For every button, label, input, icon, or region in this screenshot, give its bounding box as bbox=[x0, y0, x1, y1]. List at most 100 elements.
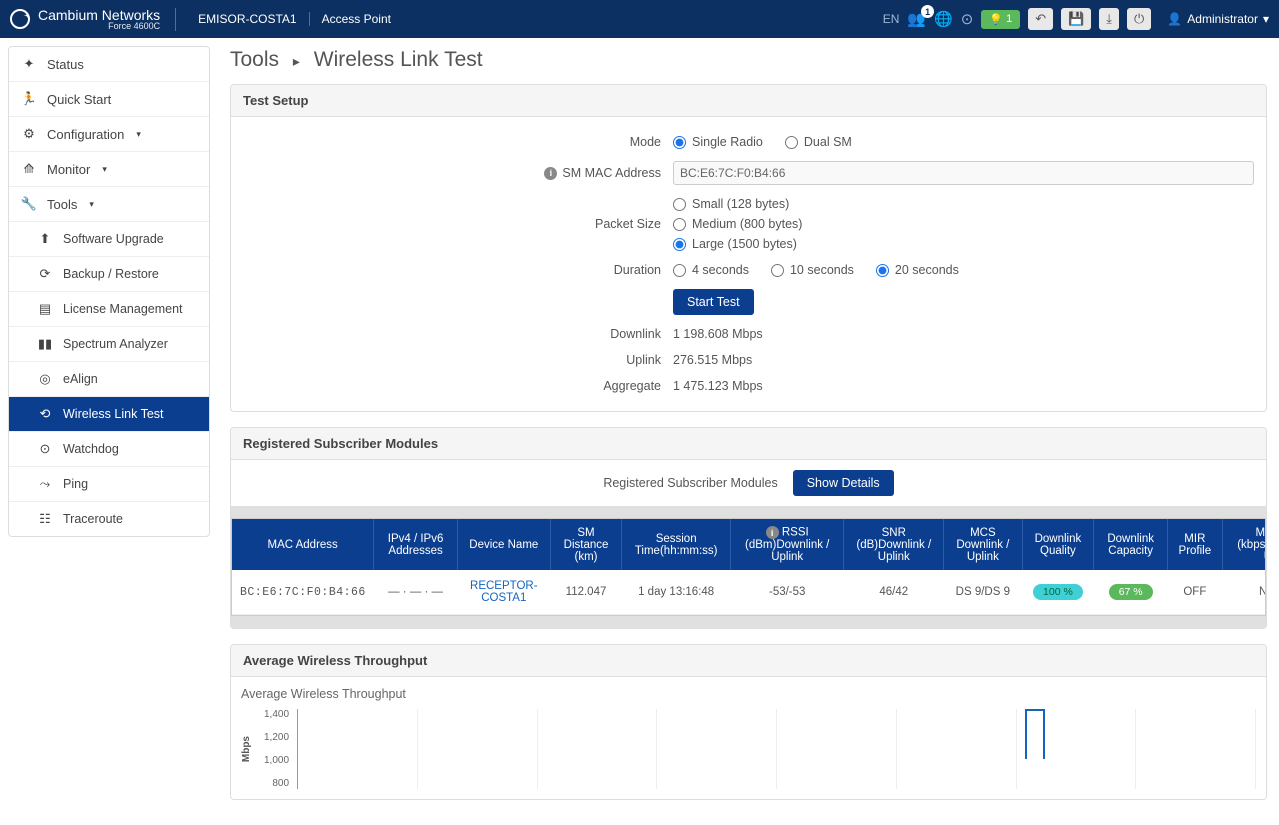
undo-button[interactable]: ↶ bbox=[1028, 8, 1053, 30]
cell-mir: OFF bbox=[1168, 570, 1223, 615]
globe-icon[interactable]: 🌐 bbox=[934, 10, 953, 28]
info-icon: i bbox=[766, 526, 779, 539]
target-icon: ◎ bbox=[37, 371, 53, 387]
th-dq[interactable]: Downlink Quality bbox=[1022, 519, 1094, 570]
gear-icon: ⚙ bbox=[21, 126, 37, 142]
subscribers-table-wrapper[interactable]: MAC Address IPv4 / IPv6 Addresses Device… bbox=[231, 518, 1266, 616]
th-ipv[interactable]: IPv4 / IPv6 Addresses bbox=[374, 519, 458, 570]
sidebar-item-wireless-link-test[interactable]: ⟲Wireless Link Test bbox=[9, 397, 209, 432]
info-icon[interactable]: i bbox=[544, 167, 557, 180]
table-row[interactable]: BC:E6:7C:F0:B4:66 — · — · — RECEPTOR-COS… bbox=[232, 570, 1266, 615]
packet-small-radio[interactable]: Small (128 bytes) bbox=[673, 197, 789, 211]
mode-label: Mode bbox=[243, 135, 673, 149]
start-test-button[interactable]: Start Test bbox=[673, 289, 754, 315]
test-setup-panel: Test Setup Mode Single Radio Dual SM iSM… bbox=[230, 84, 1267, 412]
topbar: Cambium Networks Force 4600C EMISOR-COST… bbox=[0, 0, 1279, 38]
cell-mirrate: N/A/N/A bbox=[1222, 570, 1266, 615]
sidebar-item-software-upgrade[interactable]: ⬆Software Upgrade bbox=[9, 222, 209, 257]
top-right: EN 👥1 🌐 ⊙ 💡1 ↶ 💾 ⤓ ⏻ 👤 Administrator ▾ bbox=[883, 8, 1269, 30]
sidebar-item-spectrum[interactable]: ▮▮Spectrum Analyzer bbox=[9, 327, 209, 362]
aggregate-value: 1 475.123 Mbps bbox=[673, 379, 1254, 393]
show-details-button[interactable]: Show Details bbox=[793, 470, 894, 496]
run-icon: 🏃 bbox=[21, 91, 37, 107]
admin-menu[interactable]: 👤 Administrator ▾ bbox=[1167, 12, 1269, 26]
chart-title: Average Wireless Throughput bbox=[241, 687, 1256, 701]
th-dc[interactable]: Downlink Capacity bbox=[1094, 519, 1168, 570]
chart-area bbox=[297, 709, 1256, 789]
packet-label: Packet Size bbox=[243, 217, 673, 231]
sidebar-item-tools[interactable]: 🔧Tools▾ bbox=[9, 187, 209, 222]
th-snr[interactable]: SNR (dB)Downlink / Uplink bbox=[844, 519, 944, 570]
chevron-right-icon: ▸ bbox=[293, 53, 300, 69]
notifications-icon[interactable]: 👥1 bbox=[907, 10, 926, 28]
h-scrollbar-top[interactable] bbox=[231, 506, 1266, 518]
pulse-icon: ✦ bbox=[21, 56, 37, 72]
sidebar-item-configuration[interactable]: ⚙Configuration▾ bbox=[9, 117, 209, 152]
route-icon: ☷ bbox=[37, 511, 53, 527]
chevron-down-icon: ▾ bbox=[102, 164, 107, 175]
th-rssi[interactable]: i RSSI (dBm)Downlink / Uplink bbox=[731, 519, 844, 570]
sidebar-item-ealign[interactable]: ◎eAlign bbox=[9, 362, 209, 397]
restore-icon: ⟳ bbox=[37, 266, 53, 282]
duration-20-radio[interactable]: 20 seconds bbox=[876, 263, 959, 277]
location-icon[interactable]: ⊙ bbox=[961, 10, 974, 28]
cell-mcs: DS 9/DS 9 bbox=[944, 570, 1022, 615]
brand-name: Cambium Networks bbox=[38, 8, 160, 22]
chart-y-ticks: 1,400 1,200 1,000 800 bbox=[264, 709, 289, 789]
uplink-label: Uplink bbox=[243, 353, 673, 367]
brand-model: Force 4600C bbox=[38, 22, 160, 31]
save-button[interactable]: 💾 bbox=[1061, 8, 1091, 30]
downlink-label: Downlink bbox=[243, 327, 673, 341]
license-icon: ▤ bbox=[37, 301, 53, 317]
th-mac[interactable]: MAC Address bbox=[232, 519, 374, 570]
cell-dq: 100 % bbox=[1033, 584, 1083, 600]
cell-rssi: -53/-53 bbox=[731, 570, 844, 615]
th-device[interactable]: Device Name bbox=[457, 519, 550, 570]
wrench-icon: 🔧 bbox=[21, 196, 37, 212]
th-session[interactable]: Session Time(hh:mm:ss) bbox=[622, 519, 731, 570]
lang-label[interactable]: EN bbox=[883, 12, 900, 26]
sidebar-item-backup[interactable]: ⟳Backup / Restore bbox=[9, 257, 209, 292]
panel-heading: Registered Subscriber Modules bbox=[231, 428, 1266, 460]
connected-button[interactable]: 💡1 bbox=[981, 10, 1020, 29]
cell-device-link[interactable]: RECEPTOR-COSTA1 bbox=[470, 580, 538, 604]
chart-y-unit: Mbps bbox=[241, 736, 252, 762]
monitor-icon: ⟰ bbox=[21, 161, 37, 177]
breadcrumb: Tools ▸ Wireless Link Test bbox=[230, 48, 1267, 72]
device-mode: Access Point bbox=[310, 12, 403, 26]
downlink-value: 1 198.608 Mbps bbox=[673, 327, 1254, 341]
sidebar-item-watchdog[interactable]: ⊙Watchdog bbox=[9, 432, 209, 467]
h-scrollbar-bottom[interactable] bbox=[231, 616, 1266, 628]
mode-single-radio[interactable]: Single Radio bbox=[673, 135, 763, 149]
chevron-down-icon: ▾ bbox=[136, 129, 141, 140]
sidebar-item-status[interactable]: ✦Status bbox=[9, 47, 209, 82]
packet-medium-radio[interactable]: Medium (800 bytes) bbox=[673, 217, 802, 231]
sidebar-item-ping[interactable]: ⤳Ping bbox=[9, 467, 209, 502]
notif-badge: 1 bbox=[921, 5, 934, 18]
mac-select[interactable] bbox=[673, 161, 1254, 185]
th-distance[interactable]: SM Distance (km) bbox=[550, 519, 621, 570]
device-name[interactable]: EMISOR-COSTA1 bbox=[186, 12, 309, 26]
chevron-down-icon: ▾ bbox=[89, 199, 94, 210]
mode-dual-radio[interactable]: Dual SM bbox=[785, 135, 852, 149]
sidebar-item-license[interactable]: ▤License Management bbox=[9, 292, 209, 327]
th-mcs[interactable]: MCS Downlink / Uplink bbox=[944, 519, 1022, 570]
sidebar-item-monitor[interactable]: ⟰Monitor▾ bbox=[9, 152, 209, 187]
th-mir[interactable]: MIR Profile bbox=[1168, 519, 1223, 570]
th-mirrate[interactable]: MIR Rate (kbps)Downlink / Uplink bbox=[1222, 519, 1266, 570]
aggregate-label: Aggregate bbox=[243, 379, 673, 393]
packet-large-radio[interactable]: Large (1500 bytes) bbox=[673, 237, 797, 251]
cell-distance: 112.047 bbox=[550, 570, 621, 615]
subscribers-label: Registered Subscriber Modules bbox=[603, 476, 777, 490]
breadcrumb-parent[interactable]: Tools bbox=[230, 48, 279, 71]
subscribers-table: MAC Address IPv4 / IPv6 Addresses Device… bbox=[232, 519, 1266, 615]
sidebar-item-quickstart[interactable]: 🏃Quick Start bbox=[9, 82, 209, 117]
power-button[interactable]: ⏻ bbox=[1127, 8, 1151, 30]
duration-10-radio[interactable]: 10 seconds bbox=[771, 263, 854, 277]
sidebar-item-traceroute[interactable]: ☷Traceroute bbox=[9, 502, 209, 536]
cell-mac: BC:E6:7C:F0:B4:66 bbox=[232, 570, 374, 615]
duration-4-radio[interactable]: 4 seconds bbox=[673, 263, 749, 277]
eye-icon: ⊙ bbox=[37, 441, 53, 457]
download-button[interactable]: ⤓ bbox=[1099, 8, 1119, 30]
cell-dc: 67 % bbox=[1109, 584, 1153, 600]
